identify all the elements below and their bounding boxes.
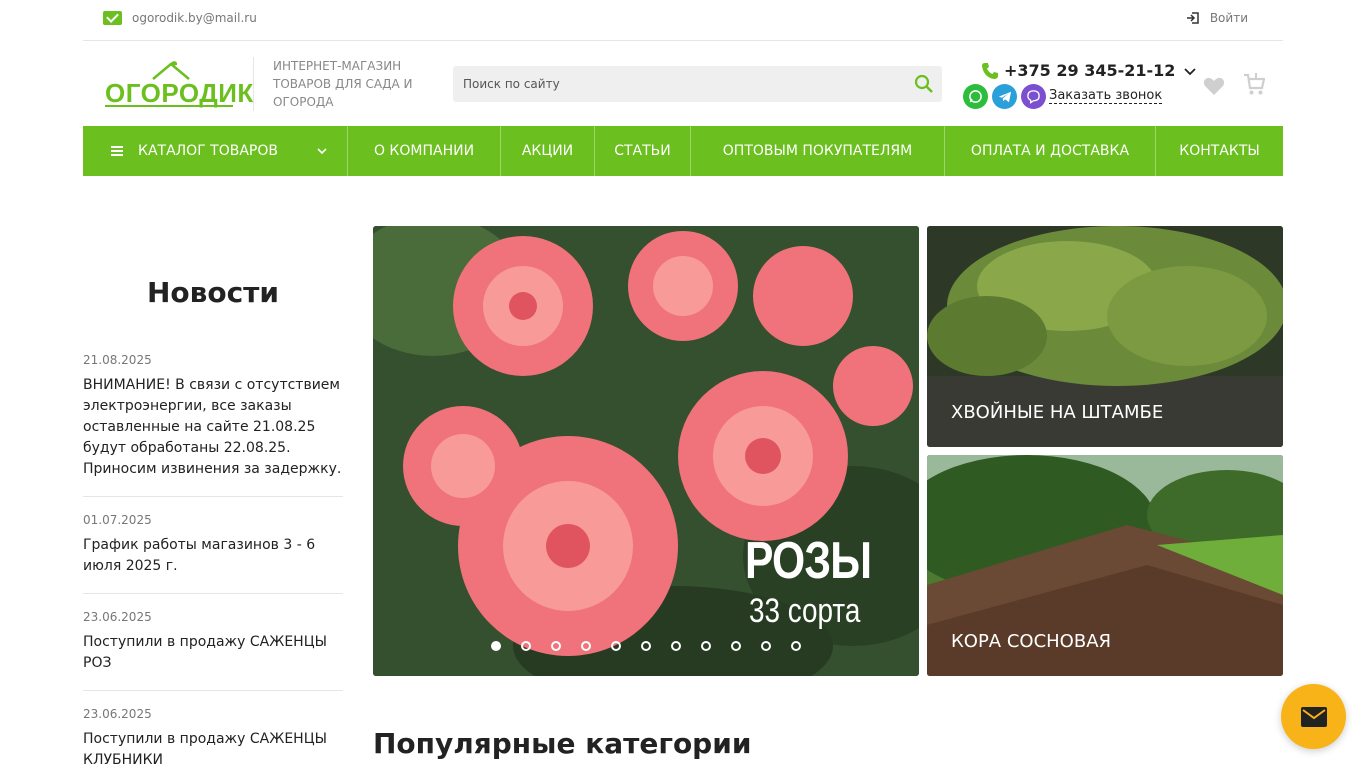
promo-conifers[interactable]: ХВОЙНЫЕ НА ШТАМБЕ [927,226,1283,447]
nav-item-about[interactable]: О КОМПАНИИ [348,126,501,176]
messenger-links [963,84,1046,109]
hero-slider[interactable]: РОЗЫ 33 сорта [373,226,919,676]
chat-button[interactable] [1281,684,1346,749]
email-text[interactable]: ogorodik.by@mail.ru [132,11,257,25]
telegram-icon[interactable] [992,84,1017,109]
slider-dots [491,641,801,651]
news-date: 21.08.2025 [83,353,152,367]
phone-link[interactable]: +375 29 345-21-12 [981,61,1197,80]
slider-dot[interactable] [611,641,621,651]
logo[interactable]: ОГОРОДИК [105,61,253,108]
whatsapp-icon[interactable] [963,84,988,109]
promo-pine-bark[interactable]: КОРА СОСНОВАЯ [927,455,1283,676]
nav-item-sales[interactable]: АКЦИИ [501,126,595,176]
login-link[interactable]: Войти [1186,11,1248,25]
slider-dot[interactable] [491,641,501,651]
logo-underline [105,105,233,107]
nav-item-wholesale[interactable]: ОПТОВЫМ ПОКУПАТЕЛЯМ [691,126,945,176]
nav-item-articles[interactable]: СТАТЬИ [595,126,691,176]
nav-catalog[interactable]: КАТАЛОГ ТОВАРОВ [83,126,348,176]
callback-link[interactable]: Заказать звонок [1049,89,1163,104]
slider-dot[interactable] [671,641,681,651]
contact-block: +375 29 345-21-12 Заказать звонок [963,61,1197,111]
slider-dot[interactable] [551,641,561,651]
news-text[interactable]: График работы магазинов 3 - 6 июля 2025 … [83,535,343,577]
slider-dot[interactable] [791,641,801,651]
slider-dot[interactable] [731,641,741,651]
news-item[interactable]: 23.06.2025 Поступили в продажу САЖЕНЦЫ К… [83,691,343,768]
slider-dot[interactable] [761,641,771,651]
tagline: ИНТЕРНЕТ-МАГАЗИН ТОВАРОВ ДЛЯ САДА И ОГОР… [273,59,413,109]
news-item[interactable]: 01.07.2025 График работы магазинов 3 - 6… [83,497,343,594]
news-text[interactable]: ВНИМАНИЕ! В связи с отсутствием электроэ… [83,375,343,480]
mail-icon [103,11,122,25]
hero-title: РОЗЫ [745,532,872,590]
slider-dot[interactable] [701,641,711,651]
news-date: 23.06.2025 [83,610,152,624]
heart-icon[interactable] [1203,76,1225,96]
news-section: Новости 21.08.2025 ВНИМАНИЕ! В связи с о… [83,226,343,768]
header-divider [253,57,254,111]
login-label[interactable]: Войти [1210,11,1248,25]
menu-icon [111,146,123,156]
search-input[interactable] [453,66,893,102]
email-link[interactable]: ogorodik.by@mail.ru [103,11,257,25]
header: ОГОРОДИК ИНТЕРНЕТ-МАГАЗИН ТОВАРОВ ДЛЯ СА… [83,41,1283,126]
hero-subtitle: 33 сорта [749,592,861,630]
chevron-down-icon[interactable] [1184,65,1197,77]
news-title: Новости [146,276,280,309]
chevron-down-icon [317,148,327,155]
news-item[interactable]: 23.06.2025 Поступили в продажу САЖЕНЦЫ Р… [83,594,343,691]
login-icon [1186,12,1199,24]
news-date: 23.06.2025 [83,707,152,721]
news-date: 01.07.2025 [83,513,152,527]
envelope-icon [1300,706,1327,727]
slider-dot[interactable] [521,641,531,651]
search-bar [453,66,942,102]
nav-catalog-label[interactable]: КАТАЛОГ ТОВАРОВ [138,143,278,159]
phone-icon [982,62,998,79]
main-nav: КАТАЛОГ ТОВАРОВ О КОМПАНИИ АКЦИИ СТАТЬИ … [83,126,1283,176]
news-text[interactable]: Поступили в продажу САЖЕНЦЫ РОЗ [83,632,343,674]
news-text[interactable]: Поступили в продажу САЖЕНЦЫ КЛУБНИКИ [83,729,343,768]
news-item[interactable]: 21.08.2025 ВНИМАНИЕ! В связи с отсутстви… [83,353,343,497]
nav-item-contacts[interactable]: КОНТАКТЫ [1156,126,1283,176]
popular-categories-title: Популярные категории [373,727,752,760]
phone-number[interactable]: +375 29 345-21-12 [1004,61,1175,80]
cart-icon[interactable] [1243,72,1265,96]
search-icon[interactable] [914,74,934,94]
promo-label[interactable]: ХВОЙНЫЕ НА ШТАМБЕ [951,402,1163,423]
viber-icon[interactable] [1021,84,1046,109]
slider-dot[interactable] [641,641,651,651]
nav-item-payment-delivery[interactable]: ОПЛАТА И ДОСТАВКА [945,126,1156,176]
promo-label[interactable]: КОРА СОСНОВАЯ [951,631,1111,652]
top-bar: ogorodik.by@mail.ru Войти [83,0,1283,41]
slider-dot[interactable] [581,641,591,651]
